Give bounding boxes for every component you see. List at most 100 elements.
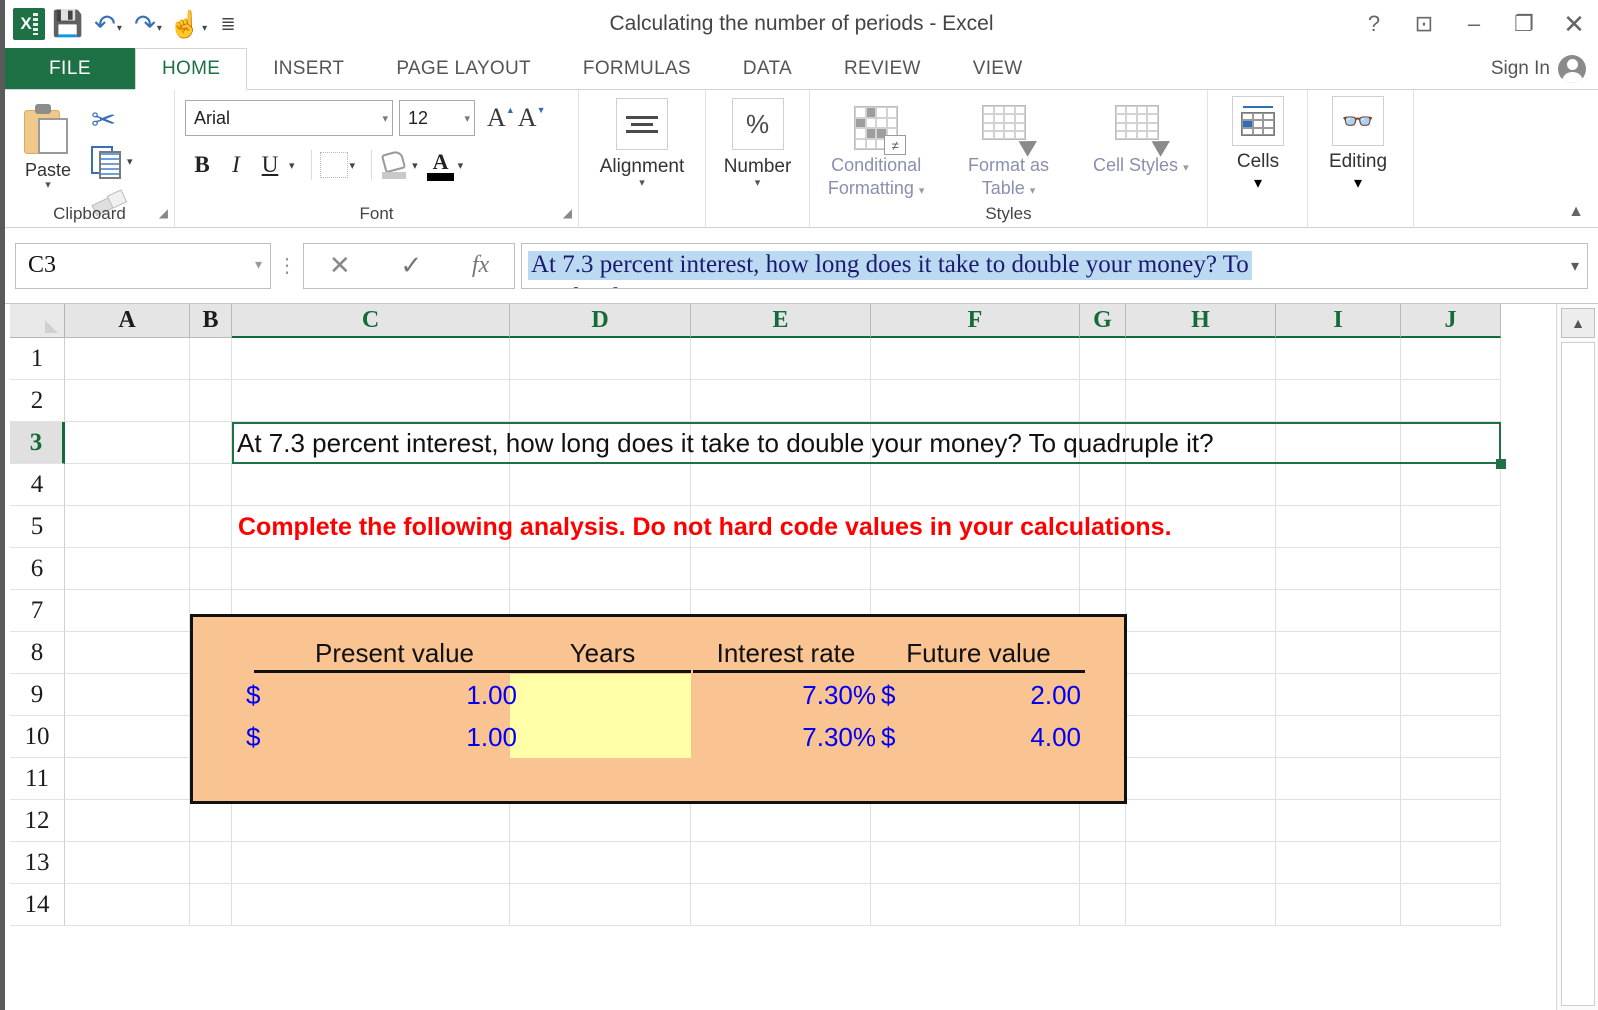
cell-H10[interactable]: [1126, 716, 1276, 758]
cell-J6[interactable]: [1401, 548, 1501, 590]
number-button[interactable]: % Number ▾: [706, 90, 809, 189]
cell-B3[interactable]: [190, 422, 232, 464]
format-as-table-dropdown-icon[interactable]: ▾: [1030, 185, 1036, 197]
cell-F2[interactable]: [871, 380, 1080, 422]
row-header-5[interactable]: 5: [10, 506, 65, 548]
vertical-scrollbar[interactable]: ▲: [1556, 304, 1598, 1010]
decrease-font-size-icon[interactable]: A: [518, 103, 545, 133]
cell-A14[interactable]: [65, 884, 190, 926]
row-header-8[interactable]: 8: [10, 632, 65, 674]
cancel-icon[interactable]: ✕: [329, 250, 351, 281]
cell-E1[interactable]: [691, 338, 871, 380]
cell-E6[interactable]: [691, 548, 871, 590]
cell-A2[interactable]: [65, 380, 190, 422]
cell-styles-button[interactable]: Cell Styles ▾: [1077, 96, 1205, 177]
tab-data[interactable]: DATA: [717, 48, 818, 89]
cell-C2[interactable]: [232, 380, 510, 422]
cell-A3[interactable]: [65, 422, 190, 464]
cell-J5[interactable]: [1401, 506, 1501, 548]
cell-D4[interactable]: [510, 464, 691, 506]
cell-I9[interactable]: [1276, 674, 1401, 716]
row-header-11[interactable]: 11: [10, 758, 65, 800]
cell-F12[interactable]: [871, 800, 1080, 842]
cell-I6[interactable]: [1276, 548, 1401, 590]
ribbon-display-options-icon[interactable]: ⊡: [1410, 13, 1438, 35]
cell-D1[interactable]: [510, 338, 691, 380]
cell-J9[interactable]: [1401, 674, 1501, 716]
cells-dropdown-icon[interactable]: ▾: [1254, 173, 1262, 193]
copy-dropdown-icon[interactable]: ▾: [127, 155, 133, 168]
row-header-12[interactable]: 12: [10, 800, 65, 842]
cell-A8[interactable]: [65, 632, 190, 674]
cell-J4[interactable]: [1401, 464, 1501, 506]
font-color-dropdown-icon[interactable]: ▾: [458, 159, 464, 172]
cell-J1[interactable]: [1401, 338, 1501, 380]
italic-button[interactable]: I: [219, 148, 253, 182]
cell-B4[interactable]: [190, 464, 232, 506]
cell-C1[interactable]: [232, 338, 510, 380]
cell-G13[interactable]: [1080, 842, 1126, 884]
cell-G14[interactable]: [1080, 884, 1126, 926]
cell-J13[interactable]: [1401, 842, 1501, 884]
tab-file[interactable]: FILE: [5, 48, 135, 89]
increase-font-size-icon[interactable]: A: [487, 103, 514, 133]
tab-page-layout[interactable]: PAGE LAYOUT: [370, 48, 557, 89]
cell-E12[interactable]: [691, 800, 871, 842]
cell-A1[interactable]: [65, 338, 190, 380]
cell-C13[interactable]: [232, 842, 510, 884]
cell-J8[interactable]: [1401, 632, 1501, 674]
vertical-scroll-track[interactable]: [1561, 342, 1595, 1006]
editing-dropdown-icon[interactable]: ▾: [1354, 173, 1362, 193]
bold-button[interactable]: B: [185, 148, 219, 182]
row-header-2[interactable]: 2: [10, 380, 65, 422]
cell-B5[interactable]: [190, 506, 232, 548]
cell-F6[interactable]: [871, 548, 1080, 590]
select-all-corner[interactable]: [10, 304, 65, 338]
cell-A10[interactable]: [65, 716, 190, 758]
row-header-9[interactable]: 9: [10, 674, 65, 716]
cell-H6[interactable]: [1126, 548, 1276, 590]
underline-button[interactable]: U: [253, 148, 287, 182]
row-header-3[interactable]: 3: [10, 422, 65, 464]
cell-H1[interactable]: [1126, 338, 1276, 380]
enter-icon[interactable]: ✓: [400, 250, 422, 281]
cell-B14[interactable]: [190, 884, 232, 926]
cell-B12[interactable]: [190, 800, 232, 842]
cell-G12[interactable]: [1080, 800, 1126, 842]
column-header-i[interactable]: I: [1276, 304, 1401, 338]
cell-H9[interactable]: [1126, 674, 1276, 716]
cell-I5[interactable]: [1276, 506, 1401, 548]
cell-C14[interactable]: [232, 884, 510, 926]
cell-G6[interactable]: [1080, 548, 1126, 590]
close-icon[interactable]: ✕: [1560, 11, 1588, 37]
column-header-c[interactable]: C: [232, 304, 510, 338]
cut-icon[interactable]: ✂: [91, 106, 116, 136]
cell-F13[interactable]: [871, 842, 1080, 884]
column-header-g[interactable]: G: [1080, 304, 1126, 338]
cell-E4[interactable]: [691, 464, 871, 506]
insert-function-icon[interactable]: fx: [472, 252, 489, 279]
cell-A13[interactable]: [65, 842, 190, 884]
cell-I14[interactable]: [1276, 884, 1401, 926]
cell-H7[interactable]: [1126, 590, 1276, 632]
cell-D13[interactable]: [510, 842, 691, 884]
cell-I13[interactable]: [1276, 842, 1401, 884]
column-header-h[interactable]: H: [1126, 304, 1276, 338]
cell-F1[interactable]: [871, 338, 1080, 380]
cell-D14[interactable]: [510, 884, 691, 926]
formula-input[interactable]: At 7.3 percent interest, how long does i…: [521, 242, 1588, 289]
editing-button[interactable]: 👓 Editing ▾: [1308, 90, 1408, 193]
cell-E13[interactable]: [691, 842, 871, 884]
alignment-button[interactable]: Alignment ▾: [579, 90, 705, 189]
cell-A9[interactable]: [65, 674, 190, 716]
cell-D6[interactable]: [510, 548, 691, 590]
cell-A11[interactable]: [65, 758, 190, 800]
tab-view[interactable]: VIEW: [947, 48, 1049, 89]
tab-formulas[interactable]: FORMULAS: [557, 48, 717, 89]
tab-review[interactable]: REVIEW: [818, 48, 947, 89]
cell-H13[interactable]: [1126, 842, 1276, 884]
cell-E2[interactable]: [691, 380, 871, 422]
cell-I2[interactable]: [1276, 380, 1401, 422]
conditional-formatting-dropdown-icon[interactable]: ▾: [919, 185, 925, 197]
borders-icon[interactable]: [319, 152, 348, 178]
